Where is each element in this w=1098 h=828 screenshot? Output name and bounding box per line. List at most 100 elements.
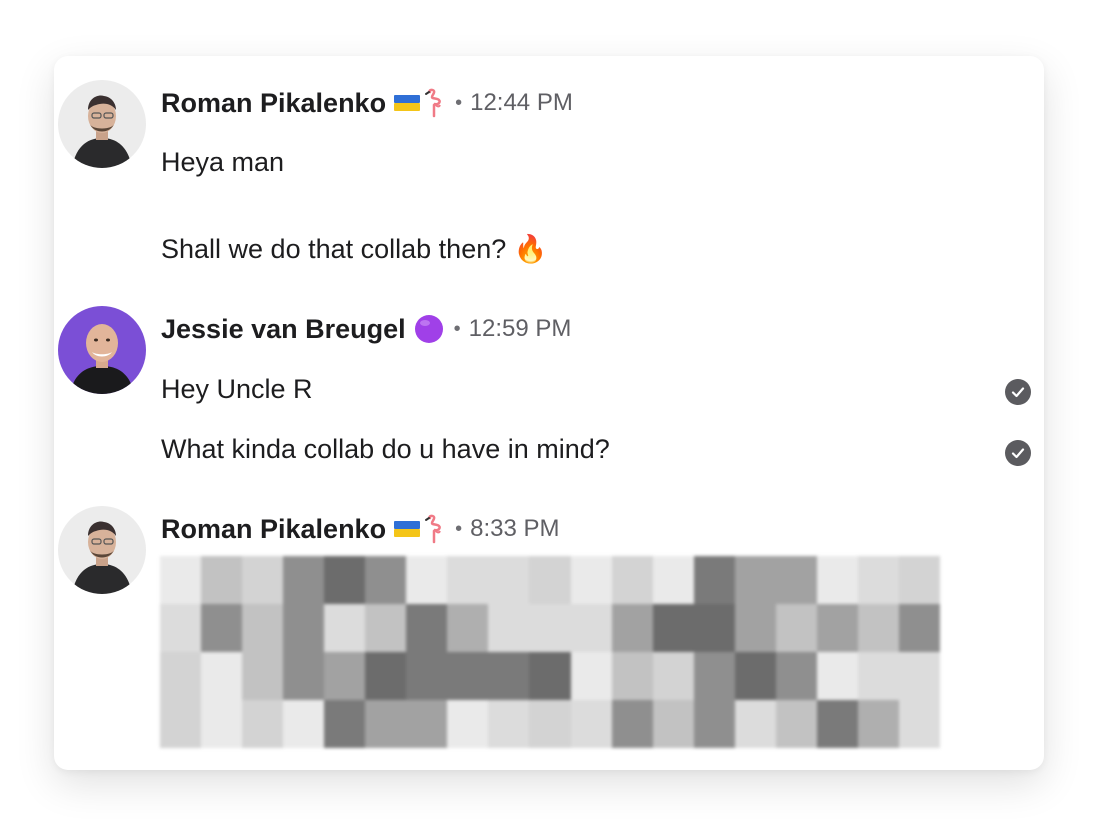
mosaic-tile bbox=[857, 604, 899, 652]
mosaic-tile bbox=[898, 556, 940, 604]
message-header: Roman Pikalenko • 12:44 PM bbox=[161, 85, 573, 121]
mosaic-tile bbox=[201, 652, 243, 700]
mosaic-tile bbox=[775, 652, 817, 700]
mosaic-tile bbox=[365, 700, 407, 748]
mosaic-tile bbox=[734, 556, 776, 604]
mosaic-tile bbox=[570, 604, 612, 652]
mosaic-tile bbox=[857, 700, 899, 748]
mosaic-tile bbox=[447, 700, 489, 748]
badges bbox=[394, 514, 445, 544]
mosaic-tile bbox=[406, 700, 448, 748]
mosaic-tile bbox=[816, 700, 858, 748]
mosaic-tile bbox=[775, 604, 817, 652]
flag-ukraine-icon bbox=[394, 521, 421, 537]
mosaic-tile bbox=[447, 556, 489, 604]
mosaic-tile bbox=[775, 556, 817, 604]
mosaic-tile bbox=[160, 652, 202, 700]
badges bbox=[414, 314, 444, 344]
mosaic-tile bbox=[160, 556, 202, 604]
author-name[interactable]: Roman Pikalenko bbox=[161, 514, 386, 545]
mosaic-tile bbox=[816, 652, 858, 700]
mosaic-tile bbox=[652, 700, 694, 748]
message-header: Jessie van Breugel • 12:59 PM bbox=[161, 311, 571, 347]
redacted-message bbox=[160, 556, 940, 748]
mosaic-tile bbox=[365, 652, 407, 700]
mosaic-tile bbox=[857, 652, 899, 700]
separator-dot: • bbox=[453, 317, 461, 340]
badges bbox=[394, 88, 445, 118]
timestamp[interactable]: 12:44 PM bbox=[470, 89, 573, 117]
mosaic-tile bbox=[693, 652, 735, 700]
author-name[interactable]: Jessie van Breugel bbox=[161, 314, 406, 345]
mosaic-tile bbox=[775, 700, 817, 748]
mosaic-tile bbox=[283, 652, 325, 700]
mosaic-tile bbox=[201, 604, 243, 652]
mosaic-tile bbox=[406, 556, 448, 604]
mosaic-tile bbox=[529, 700, 571, 748]
avatar-roman[interactable] bbox=[58, 80, 146, 168]
separator-dot: • bbox=[455, 91, 463, 114]
mosaic-tile bbox=[447, 652, 489, 700]
mosaic-tile bbox=[160, 604, 202, 652]
mosaic-tile bbox=[611, 652, 653, 700]
mosaic-tile bbox=[324, 556, 366, 604]
timestamp[interactable]: 8:33 PM bbox=[470, 515, 559, 543]
read-check-icon bbox=[1005, 440, 1031, 466]
author-name[interactable]: Roman Pikalenko bbox=[161, 88, 386, 119]
pixelated-redaction bbox=[160, 556, 940, 748]
mosaic-tile bbox=[570, 700, 612, 748]
mosaic-tile bbox=[734, 652, 776, 700]
mosaic-tile bbox=[324, 652, 366, 700]
mosaic-tile bbox=[242, 556, 284, 604]
mosaic-tile bbox=[488, 556, 530, 604]
mosaic-tile bbox=[734, 700, 776, 748]
avatar-roman[interactable] bbox=[58, 506, 146, 594]
read-check-icon bbox=[1005, 379, 1031, 405]
mosaic-tile bbox=[652, 604, 694, 652]
mosaic-tile bbox=[570, 652, 612, 700]
message-line: Hey Uncle R bbox=[161, 374, 313, 404]
mosaic-tile bbox=[283, 604, 325, 652]
chat-card: Roman Pikalenko • 12:44 PM Heya man Shal… bbox=[54, 56, 1044, 770]
mosaic-tile bbox=[529, 652, 571, 700]
mosaic-tile bbox=[529, 604, 571, 652]
message-line: Heya man bbox=[161, 147, 285, 177]
flamingo-icon bbox=[425, 88, 441, 118]
mosaic-tile bbox=[898, 604, 940, 652]
message-line: What kinda collab do u have in mind? bbox=[161, 434, 610, 464]
mosaic-tile bbox=[898, 700, 940, 748]
mosaic-tile bbox=[447, 604, 489, 652]
mosaic-tile bbox=[652, 556, 694, 604]
mosaic-tile bbox=[693, 700, 735, 748]
mosaic-tile bbox=[857, 556, 899, 604]
mosaic-tile bbox=[652, 652, 694, 700]
mosaic-tile bbox=[570, 556, 612, 604]
mosaic-tile bbox=[734, 604, 776, 652]
mosaic-tile bbox=[488, 700, 530, 748]
mosaic-tile bbox=[242, 700, 284, 748]
mosaic-tile bbox=[693, 556, 735, 604]
mosaic-tile bbox=[324, 700, 366, 748]
flag-ukraine-icon bbox=[394, 95, 421, 111]
mosaic-tile bbox=[488, 604, 530, 652]
mosaic-tile bbox=[816, 604, 858, 652]
mosaic-tile bbox=[406, 604, 448, 652]
mosaic-tile bbox=[365, 604, 407, 652]
mosaic-tile bbox=[201, 700, 243, 748]
avatar-jessie[interactable] bbox=[58, 306, 146, 394]
mosaic-tile bbox=[242, 652, 284, 700]
mosaic-tile bbox=[611, 604, 653, 652]
mosaic-tile bbox=[406, 652, 448, 700]
mosaic-tile bbox=[816, 556, 858, 604]
mosaic-tile bbox=[529, 556, 571, 604]
separator-dot: • bbox=[455, 517, 463, 540]
mosaic-tile bbox=[201, 556, 243, 604]
message-line: Shall we do that collab then? 🔥 bbox=[161, 234, 548, 264]
mosaic-tile bbox=[898, 652, 940, 700]
mosaic-tile bbox=[611, 700, 653, 748]
timestamp[interactable]: 12:59 PM bbox=[469, 315, 572, 343]
mosaic-tile bbox=[488, 652, 530, 700]
mosaic-tile bbox=[611, 556, 653, 604]
mosaic-tile bbox=[693, 604, 735, 652]
mosaic-tile bbox=[365, 556, 407, 604]
